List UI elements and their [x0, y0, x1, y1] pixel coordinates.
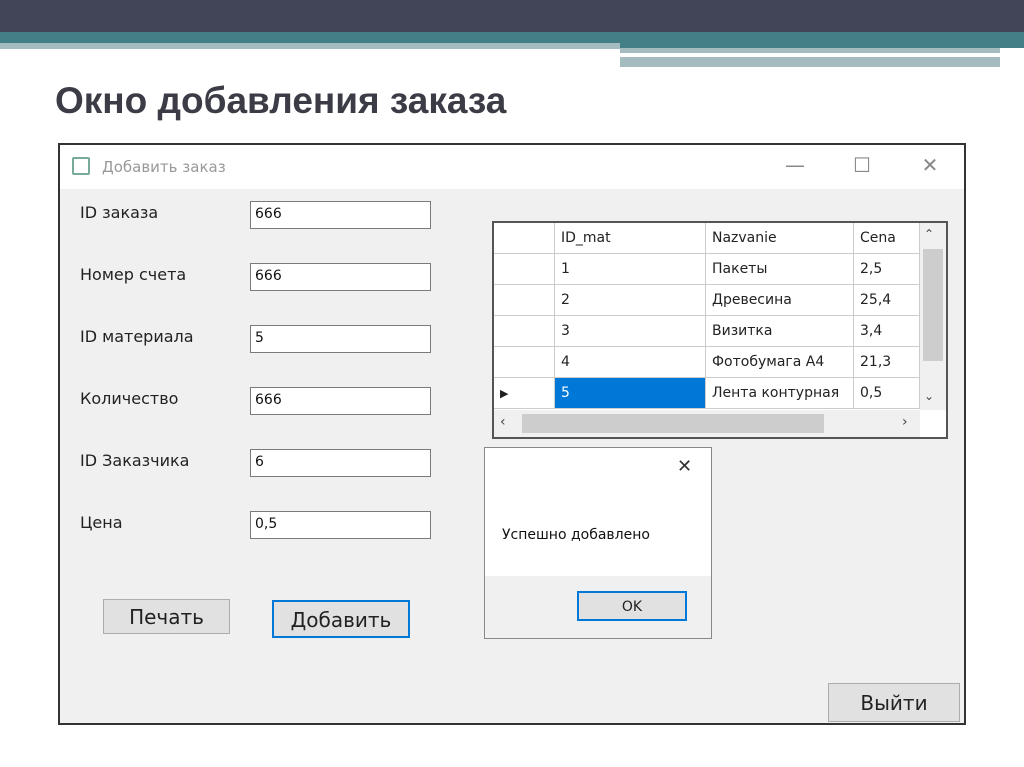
slide-accent-stripe — [620, 57, 1000, 67]
grid-cell[interactable]: Древесина — [706, 285, 854, 316]
order-id-input[interactable]: 666 — [250, 201, 431, 229]
grid-cell[interactable]: 0,5 — [854, 378, 920, 409]
field-label: ID Заказчика — [80, 451, 190, 470]
row-header[interactable] — [494, 316, 555, 347]
grid-cell[interactable]: 3,4 — [854, 316, 920, 347]
close-button[interactable]: ✕ — [910, 153, 950, 177]
row-header[interactable] — [494, 285, 555, 316]
grid-cell[interactable]: 21,3 — [854, 347, 920, 378]
message-close-button[interactable]: ✕ — [677, 456, 692, 477]
window-title: Добавить заказ — [102, 158, 226, 176]
column-header[interactable]: Nazvanie — [706, 223, 854, 254]
message-text: Успешно добавлено — [502, 527, 650, 543]
maximize-button[interactable]: ☐ — [842, 153, 882, 177]
horizontal-scrollbar[interactable]: ‹ › — [494, 410, 920, 437]
materials-grid[interactable]: ID_mat Nazvanie Cena 1 Пакеты 2,5 2 Древесин… — [492, 221, 948, 439]
scroll-down-icon[interactable]: ⌄ — [924, 389, 934, 403]
grid-cell[interactable]: Пакеты — [706, 254, 854, 285]
app-icon — [72, 157, 90, 175]
material-id-input[interactable]: 5 — [250, 325, 431, 353]
grid-cell[interactable]: 2 — [555, 285, 706, 316]
vertical-scrollbar[interactable]: ⌃ ⌄ — [920, 223, 946, 410]
grid-cell[interactable]: 1 — [555, 254, 706, 285]
grid-cell[interactable]: Фотобумага А4 — [706, 347, 854, 378]
field-label: Номер счета — [80, 265, 187, 284]
invoice-number-input[interactable]: 666 — [250, 263, 431, 291]
row-header-corner — [494, 223, 555, 254]
grid-cell[interactable]: 25,4 — [854, 285, 920, 316]
add-button[interactable]: Добавить — [272, 600, 410, 638]
grid-cell[interactable]: 2,5 — [854, 254, 920, 285]
field-label: ID заказа — [80, 203, 159, 222]
current-row-icon: ▶ — [500, 387, 509, 400]
scroll-thumb[interactable] — [522, 414, 824, 433]
window-titlebar: Добавить заказ — ☐ ✕ — [60, 145, 964, 189]
column-header[interactable]: ID_mat — [555, 223, 706, 254]
column-header[interactable]: Cena — [854, 223, 920, 254]
slide-header-bar — [0, 0, 1024, 32]
add-order-window: Добавить заказ — ☐ ✕ ID заказа 666 Номер… — [58, 143, 966, 725]
row-header[interactable]: ▶ — [494, 378, 555, 409]
grid-cell[interactable]: 5 — [555, 378, 706, 409]
ok-button[interactable]: OK — [577, 591, 687, 621]
grid-cell[interactable]: 3 — [555, 316, 706, 347]
grid-cell[interactable]: Визитка — [706, 316, 854, 347]
row-header[interactable] — [494, 254, 555, 285]
slide-accent-stripe — [620, 48, 1000, 53]
scroll-up-icon[interactable]: ⌃ — [924, 227, 934, 241]
message-box: ✕ Успешно добавлено OK — [484, 447, 712, 639]
scroll-thumb[interactable] — [923, 249, 943, 361]
print-button[interactable]: Печать — [103, 599, 230, 634]
row-header[interactable] — [494, 347, 555, 378]
field-label: Количество — [80, 389, 179, 408]
exit-button[interactable]: Выйти — [828, 683, 960, 722]
field-label: ID материала — [80, 327, 194, 346]
grid-cell[interactable]: Лента контурная — [706, 378, 854, 409]
quantity-input[interactable]: 666 — [250, 387, 431, 415]
slide-accent-stripe — [0, 43, 620, 49]
minimize-button[interactable]: — — [775, 153, 815, 177]
field-label: Цена — [80, 513, 123, 532]
scroll-right-icon[interactable]: › — [902, 414, 908, 430]
slide-title: Окно добавления заказа — [55, 80, 507, 121]
price-input[interactable]: 0,5 — [250, 511, 431, 539]
scroll-left-icon[interactable]: ‹ — [500, 414, 506, 430]
grid-cell[interactable]: 4 — [555, 347, 706, 378]
customer-id-input[interactable]: 6 — [250, 449, 431, 477]
